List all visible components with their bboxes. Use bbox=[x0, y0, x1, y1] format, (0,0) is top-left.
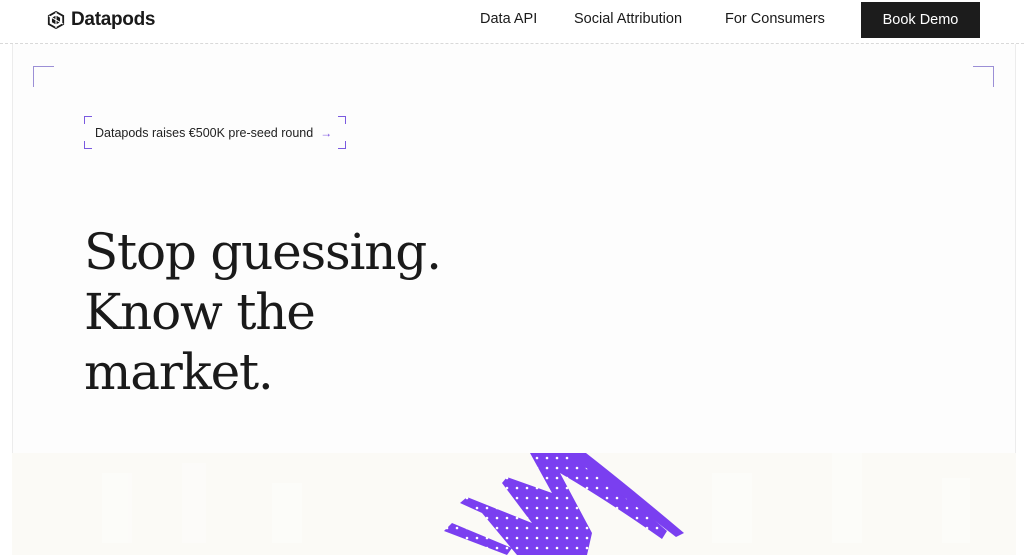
arrow-right-icon: → bbox=[320, 125, 333, 140]
bracket-decoration bbox=[84, 141, 92, 149]
hero-heading-line: Know the bbox=[84, 283, 316, 341]
hero-visual bbox=[12, 453, 1016, 555]
announcement-link[interactable]: Datapods raises €500K pre-seed round → bbox=[84, 116, 346, 149]
corner-bracket-top-left bbox=[33, 66, 54, 87]
brand-logo-link[interactable]: Datapods bbox=[47, 8, 155, 32]
brand-name: Datapods bbox=[71, 9, 156, 30]
announcement-text: Datapods raises €500K pre-seed round bbox=[95, 125, 314, 140]
bracket-decoration bbox=[338, 116, 346, 124]
nav-link-data-api[interactable]: Data API bbox=[480, 11, 537, 27]
hero-heading: Stop guessing. Know the market. bbox=[84, 222, 604, 402]
bracket-decoration bbox=[84, 116, 92, 124]
bracket-decoration bbox=[338, 141, 346, 149]
corner-bracket-top-right bbox=[973, 66, 994, 87]
brush-stroke-illustration bbox=[102, 453, 970, 555]
nav-link-for-consumers[interactable]: For Consumers bbox=[725, 11, 825, 27]
datapods-logo-icon bbox=[47, 11, 65, 29]
top-navigation-bar: Datapods Data API Social Attribution For… bbox=[0, 0, 1024, 44]
nav-link-social-attribution[interactable]: Social Attribution bbox=[574, 11, 682, 27]
hero-heading-line: market. bbox=[84, 343, 274, 401]
book-demo-button[interactable]: Book Demo bbox=[861, 2, 980, 38]
hero-heading-line: Stop guessing. bbox=[84, 223, 442, 281]
